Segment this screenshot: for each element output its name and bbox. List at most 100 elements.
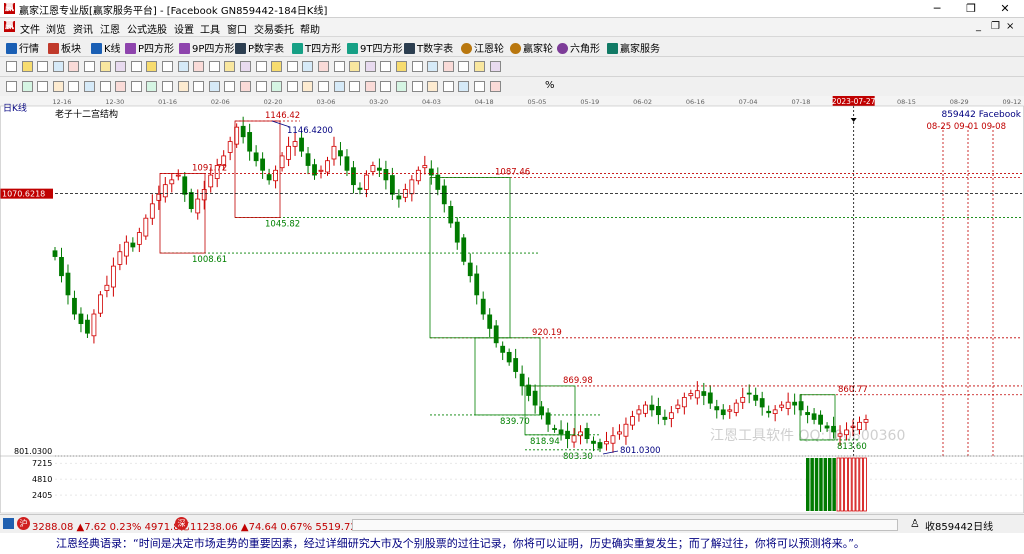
candle-body[interactable] <box>370 165 376 173</box>
date-icon[interactable] <box>99 61 111 72</box>
circle-tool-icon[interactable] <box>130 81 142 92</box>
toolbar-t-number-table-button[interactable]: T数字表 <box>404 40 453 55</box>
candle-body[interactable] <box>292 141 298 147</box>
candle-body[interactable] <box>792 401 798 406</box>
candle-body[interactable] <box>558 429 564 435</box>
candle-body[interactable] <box>318 169 324 172</box>
line-icon[interactable] <box>364 61 376 72</box>
volume-bar[interactable] <box>859 457 863 512</box>
lock-icon[interactable] <box>115 61 127 72</box>
candle-body[interactable] <box>850 425 856 428</box>
candle-body[interactable] <box>681 397 687 408</box>
candle-body[interactable] <box>188 192 194 210</box>
volume-bar[interactable] <box>832 458 836 511</box>
volume-bar[interactable] <box>855 457 860 512</box>
volume-bar[interactable] <box>848 457 852 512</box>
candle-body[interactable] <box>299 137 304 152</box>
candle-body[interactable] <box>52 250 58 257</box>
menu-file[interactable]: 文件 <box>20 21 40 36</box>
volume-bar[interactable] <box>814 458 819 511</box>
toolbar-9p-square-button[interactable]: 9P四方形 <box>179 40 234 55</box>
candle-body[interactable] <box>195 198 201 214</box>
candle-body[interactable] <box>513 358 519 372</box>
spiral-tool-icon[interactable] <box>364 81 376 92</box>
price-tool-icon[interactable] <box>240 81 251 92</box>
candle-body[interactable] <box>383 169 389 181</box>
diamond-7-icon[interactable] <box>302 61 314 72</box>
candle-body[interactable] <box>818 414 823 425</box>
grid-tool-icon[interactable] <box>177 81 189 92</box>
candle-body[interactable] <box>162 184 168 198</box>
camera-icon[interactable] <box>474 61 485 72</box>
candle-body[interactable] <box>467 262 473 277</box>
candle-body[interactable] <box>740 397 746 403</box>
candle-body[interactable] <box>746 392 752 395</box>
menu-gann[interactable]: 江恩 <box>100 21 120 36</box>
menu-tools[interactable]: 工具 <box>200 21 220 36</box>
volume-bar[interactable] <box>828 458 832 511</box>
candle-body[interactable] <box>110 265 116 288</box>
candle-body[interactable] <box>130 242 136 248</box>
candle-body[interactable] <box>630 416 635 426</box>
speed-tool-icon[interactable] <box>271 81 283 92</box>
diamond-8-icon[interactable] <box>318 61 329 72</box>
candle-body[interactable] <box>493 325 499 344</box>
candle-body[interactable] <box>422 165 428 169</box>
gann-box[interactable] <box>474 337 541 416</box>
toolbar-winner-wheel-button[interactable]: 赢家轮 <box>510 40 553 55</box>
candle-body[interactable] <box>643 404 648 414</box>
trend-tool-icon[interactable] <box>37 81 49 92</box>
candle-body[interactable] <box>331 145 337 160</box>
save-icon[interactable] <box>427 61 439 72</box>
candle-body[interactable] <box>604 441 609 445</box>
chart-svg[interactable]: 12-16 12-30 01-16 02-06 02-20 03-06 03-20 04-03… <box>0 96 1024 514</box>
candle-body[interactable] <box>201 189 207 201</box>
candle-body[interactable] <box>441 185 447 205</box>
period-icon[interactable] <box>21 61 33 72</box>
candle-body[interactable] <box>227 141 233 153</box>
candle-body[interactable] <box>260 158 266 171</box>
mdi-minimize-button[interactable]: _ <box>976 21 981 32</box>
candle-body[interactable] <box>72 297 77 315</box>
volume-bar[interactable] <box>806 458 810 511</box>
draw-mode-icon[interactable] <box>6 61 17 72</box>
candle-body[interactable] <box>766 410 772 414</box>
star-tool-icon[interactable] <box>380 81 392 92</box>
minimize-button[interactable]: ─ <box>920 0 954 17</box>
wheel-tool-icon[interactable] <box>349 81 361 92</box>
shenzhen-index[interactable]: 11238.06 ▲74.64 0.67% 5519.72亿 <box>190 518 367 533</box>
candle-body[interactable] <box>104 284 110 291</box>
volume-bar[interactable] <box>844 457 848 512</box>
shanghai-index-icon[interactable]: 沪 <box>17 517 30 530</box>
candle-body[interactable] <box>65 272 71 296</box>
toolbar-hexagon-button[interactable]: 六角形 <box>557 40 600 55</box>
select-tool-icon[interactable] <box>427 81 439 92</box>
candle-body[interactable] <box>357 187 363 190</box>
candle-body[interactable] <box>344 156 350 171</box>
mdi-restore-button[interactable]: ❐ <box>991 21 1000 32</box>
indicator-icon[interactable] <box>37 61 49 72</box>
magnet-icon[interactable] <box>489 61 501 72</box>
square-tool-icon[interactable] <box>318 81 329 92</box>
candle-body[interactable] <box>824 425 830 429</box>
volume-bar[interactable] <box>863 457 867 512</box>
pct-icon[interactable] <box>130 61 142 72</box>
text-icon[interactable] <box>380 61 392 72</box>
volume-bar[interactable] <box>840 457 844 512</box>
volume-bar[interactable] <box>851 457 856 512</box>
candle-body[interactable] <box>649 404 655 411</box>
print-icon[interactable] <box>442 61 454 72</box>
candle-body[interactable] <box>694 390 700 399</box>
note-tool-icon[interactable] <box>396 81 407 92</box>
hexagon-tool-icon[interactable] <box>333 81 345 92</box>
candle-body[interactable] <box>143 217 149 237</box>
candle-body[interactable] <box>720 409 726 416</box>
time-tool-icon[interactable] <box>224 81 236 92</box>
diamond-5-icon[interactable] <box>271 61 283 72</box>
diamond-1-icon[interactable] <box>208 61 220 72</box>
grid-icon[interactable] <box>3 518 14 529</box>
candle-body[interactable] <box>552 428 557 430</box>
candle-body[interactable] <box>474 273 480 296</box>
arc-tool-icon[interactable] <box>146 81 158 92</box>
candle-body[interactable] <box>325 160 330 173</box>
